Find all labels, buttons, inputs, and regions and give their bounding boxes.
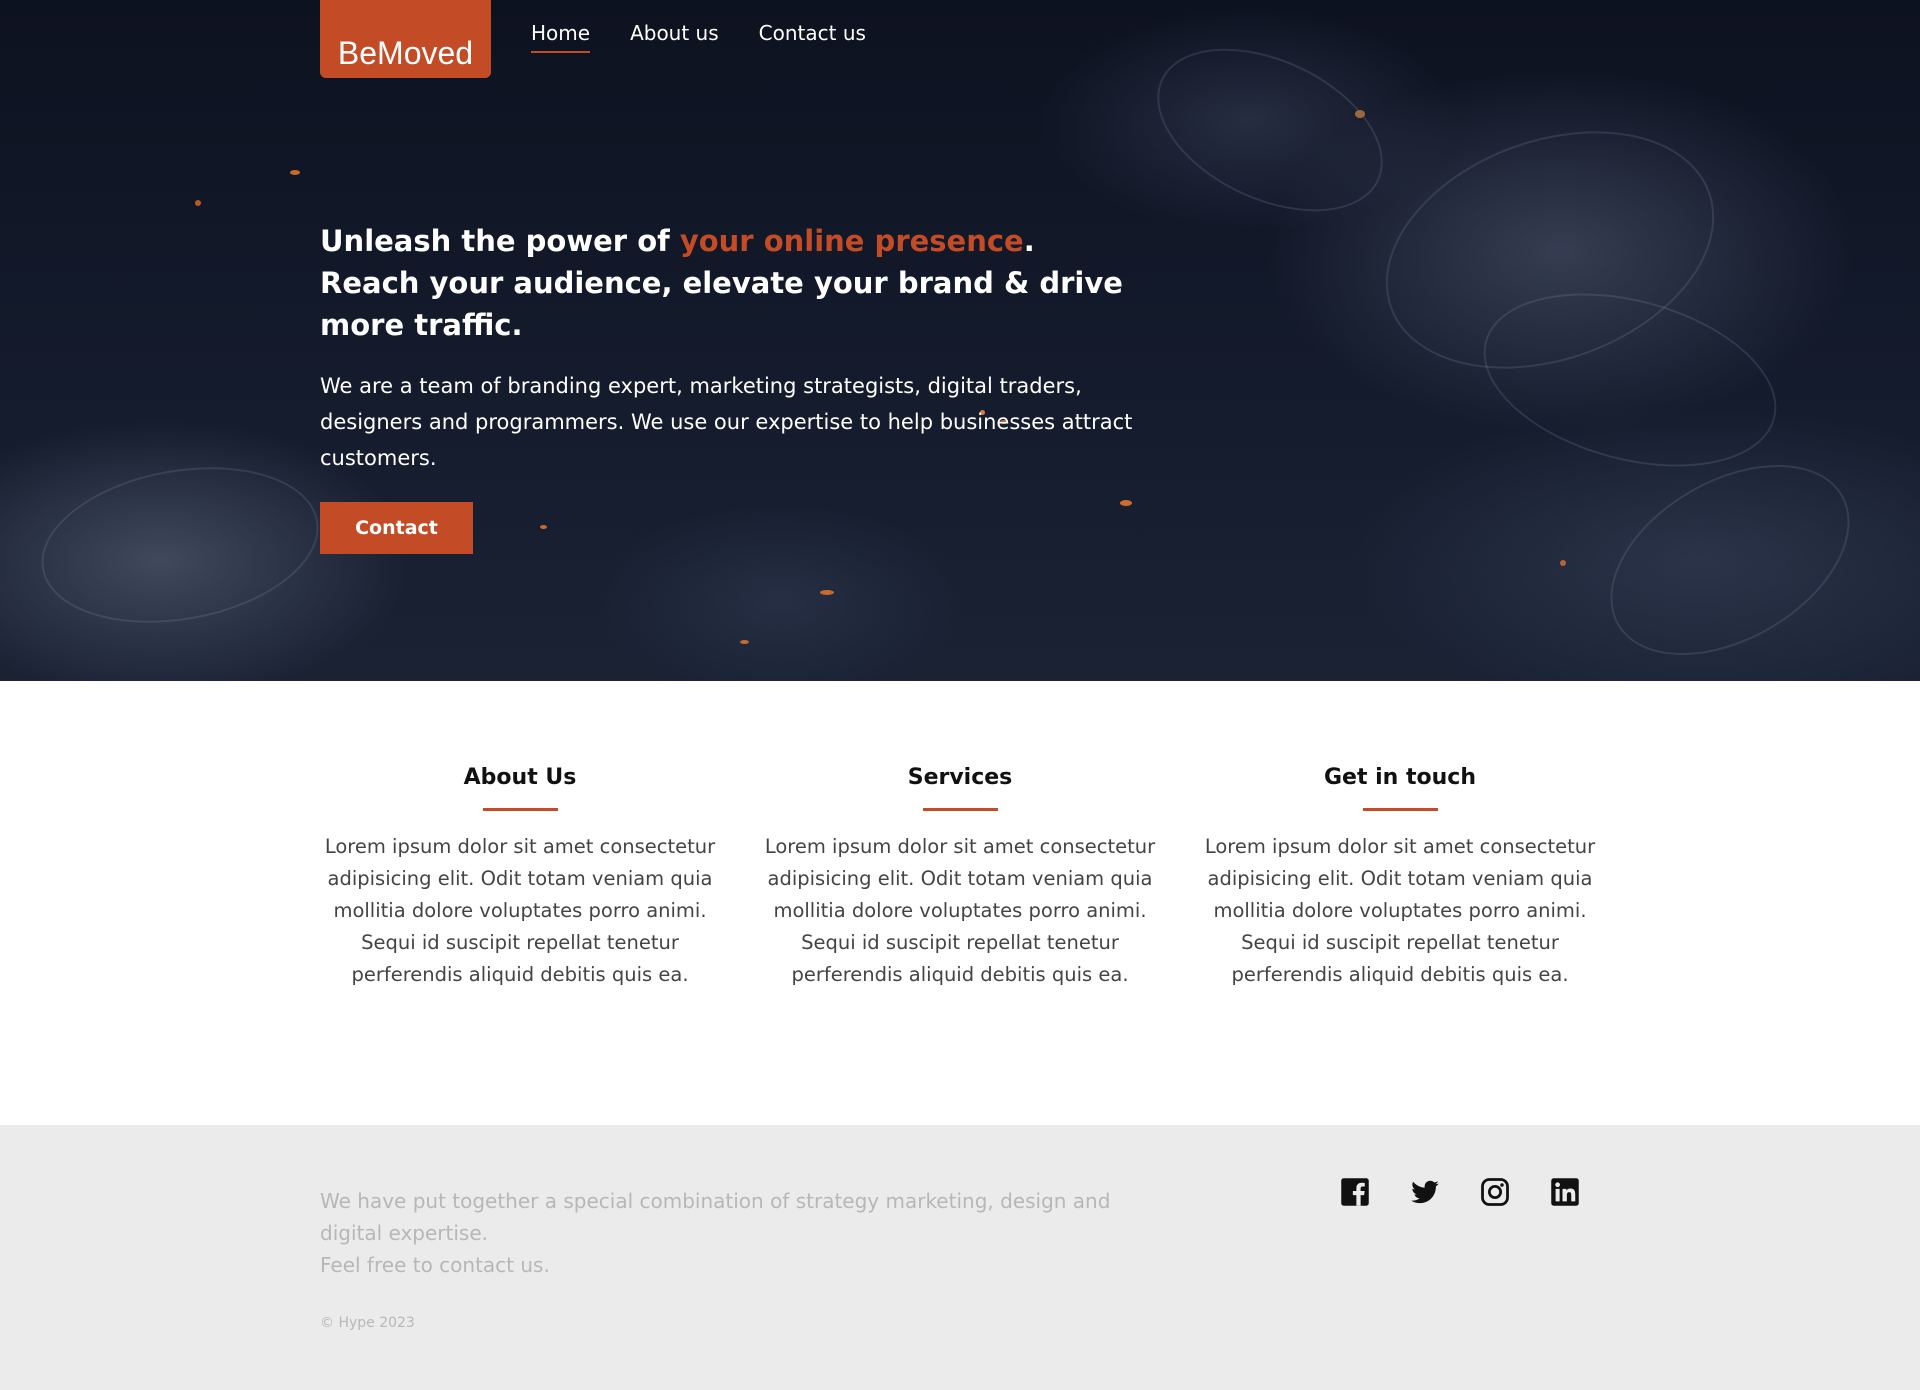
page-footer: We have put together a special combinati… — [0, 1125, 1920, 1390]
feature-get-in-touch: Get in touch Lorem ipsum dolor sit amet … — [1200, 765, 1600, 991]
feature-services: Services Lorem ipsum dolor sit amet cons… — [760, 765, 1160, 991]
instagram-icon[interactable] — [1480, 1177, 1510, 1207]
feature-title: Get in touch — [1323, 765, 1476, 790]
footer-text-line-2: Feel free to contact us. — [320, 1253, 550, 1277]
background-speck — [740, 640, 749, 644]
feature-divider — [922, 808, 998, 811]
feature-body: Lorem ipsum dolor sit amet consectetur a… — [324, 835, 716, 986]
twitter-icon[interactable] — [1410, 1177, 1440, 1207]
nav-item-about-us[interactable]: About us — [630, 21, 719, 53]
copyright-text: © Hype 2023 — [320, 1315, 415, 1331]
nav-item-contact-us[interactable]: Contact us — [759, 21, 866, 53]
contact-button[interactable]: Contact — [320, 502, 473, 554]
footer-text-line-1: We have put together a special combinati… — [320, 1189, 1111, 1245]
background-speck — [290, 170, 300, 175]
feature-divider — [1362, 808, 1438, 811]
hero-lead-text: We are a team of branding expert, market… — [320, 374, 1133, 470]
footer-description: We have put together a special combinati… — [320, 1185, 1120, 1281]
feature-body: Lorem ipsum dolor sit amet consectetur a… — [1204, 835, 1596, 986]
feature-title: Services — [907, 765, 1013, 790]
background-speck — [1355, 110, 1365, 118]
headline-period: . — [1023, 224, 1035, 258]
facebook-icon[interactable] — [1340, 1177, 1370, 1207]
top-navbar: BeMoved Home About us Contact us — [320, 0, 866, 78]
headline-accent: your online presence — [679, 224, 1024, 258]
background-speck — [1560, 560, 1566, 566]
background-swirl — [1131, 15, 1409, 245]
linkedin-icon[interactable] — [1550, 1177, 1580, 1207]
background-speck — [195, 200, 201, 206]
hero-section: BeMoved Home About us Contact us Unleash… — [0, 0, 1920, 681]
background-speck — [820, 590, 834, 595]
nav-links: Home About us Contact us — [531, 21, 866, 53]
nav-item-home[interactable]: Home — [531, 21, 591, 53]
headline-line-2: Reach your audience, elevate your brand … — [320, 266, 1123, 342]
feature-divider — [482, 808, 558, 811]
hero-headline: Unleash the power of your online presenc… — [320, 220, 1140, 346]
hero-content: Unleash the power of your online presenc… — [320, 220, 1140, 554]
feature-about-us: About Us Lorem ipsum dolor sit amet cons… — [320, 765, 720, 991]
background-swirl — [29, 446, 331, 644]
background-swirl — [1577, 425, 1883, 681]
features-section: About Us Lorem ipsum dolor sit amet cons… — [0, 681, 1920, 1125]
brand-logo[interactable]: BeMoved — [320, 0, 491, 78]
feature-title: About Us — [463, 765, 577, 790]
social-links — [1340, 1177, 1580, 1207]
feature-body: Lorem ipsum dolor sit amet consectetur a… — [764, 835, 1156, 986]
headline-text: Unleash the power of — [320, 224, 680, 258]
